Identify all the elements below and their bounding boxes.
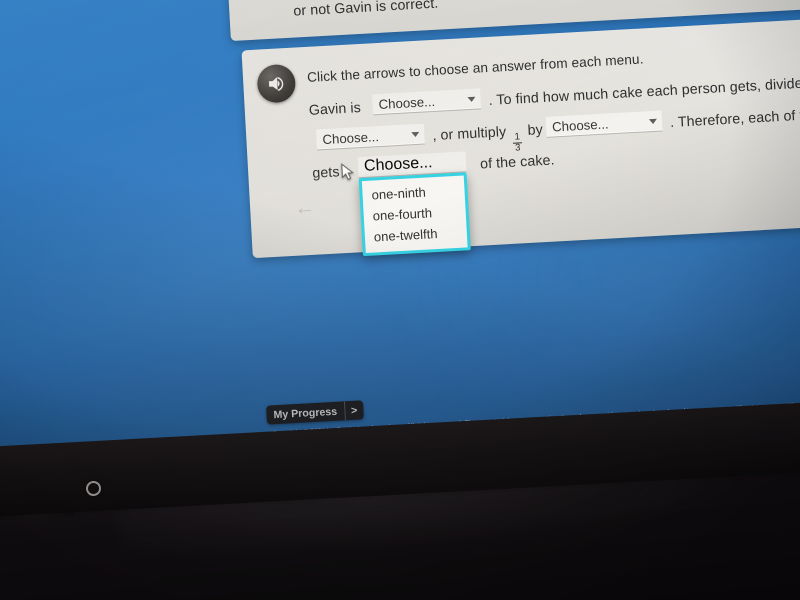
- chevron-down-icon: [648, 118, 658, 124]
- chevron-down-icon: [411, 131, 420, 137]
- sentence-part-5: by: [527, 122, 544, 139]
- sentence-part-2: . To find how much cake each person gets…: [488, 75, 800, 109]
- chevron-down-icon: [467, 96, 476, 102]
- sentence-part-4: , or multiply: [432, 124, 507, 145]
- dropdown-option[interactable]: one-twelfth: [364, 221, 467, 248]
- sentence-part-1: Gavin is: [308, 100, 362, 119]
- dropdown-multiply-by-value: Choose...: [551, 115, 609, 135]
- speaker-icon[interactable]: [256, 63, 297, 104]
- photo-of-laptop-screen: Gavin and his three friends want to shar…: [0, 0, 800, 600]
- stem-line-3: or not Gavin is correct.: [292, 0, 439, 20]
- answer-work-card: Click the arrows to choose an answer fro…: [241, 12, 800, 259]
- my-progress-arrow-icon: >: [350, 404, 358, 417]
- dropdown-divide-by-value: Choose...: [322, 128, 380, 147]
- sentence-line-3: gets: [311, 164, 340, 182]
- dropdown-gavin-is[interactable]: Choose...: [372, 88, 482, 116]
- speaker-glyph: [268, 76, 284, 92]
- back-arrow-icon[interactable]: ←: [294, 196, 316, 220]
- sentence-line-1: Gavin is: [308, 96, 361, 124]
- dropdown-gavin-is-value: Choose...: [378, 93, 436, 112]
- sentence-line-3-cont: of the cake.: [479, 152, 556, 173]
- dropdown-each-friend-gets-value: Choose...: [363, 154, 433, 175]
- dropdown-options-list[interactable]: one-ninth one-fourth one-twelfth: [358, 172, 471, 257]
- laptop-screen: Gavin and his three friends want to shar…: [0, 0, 800, 480]
- mouse-cursor: [341, 163, 354, 180]
- dropdown-divide-by[interactable]: Choose...: [315, 123, 425, 151]
